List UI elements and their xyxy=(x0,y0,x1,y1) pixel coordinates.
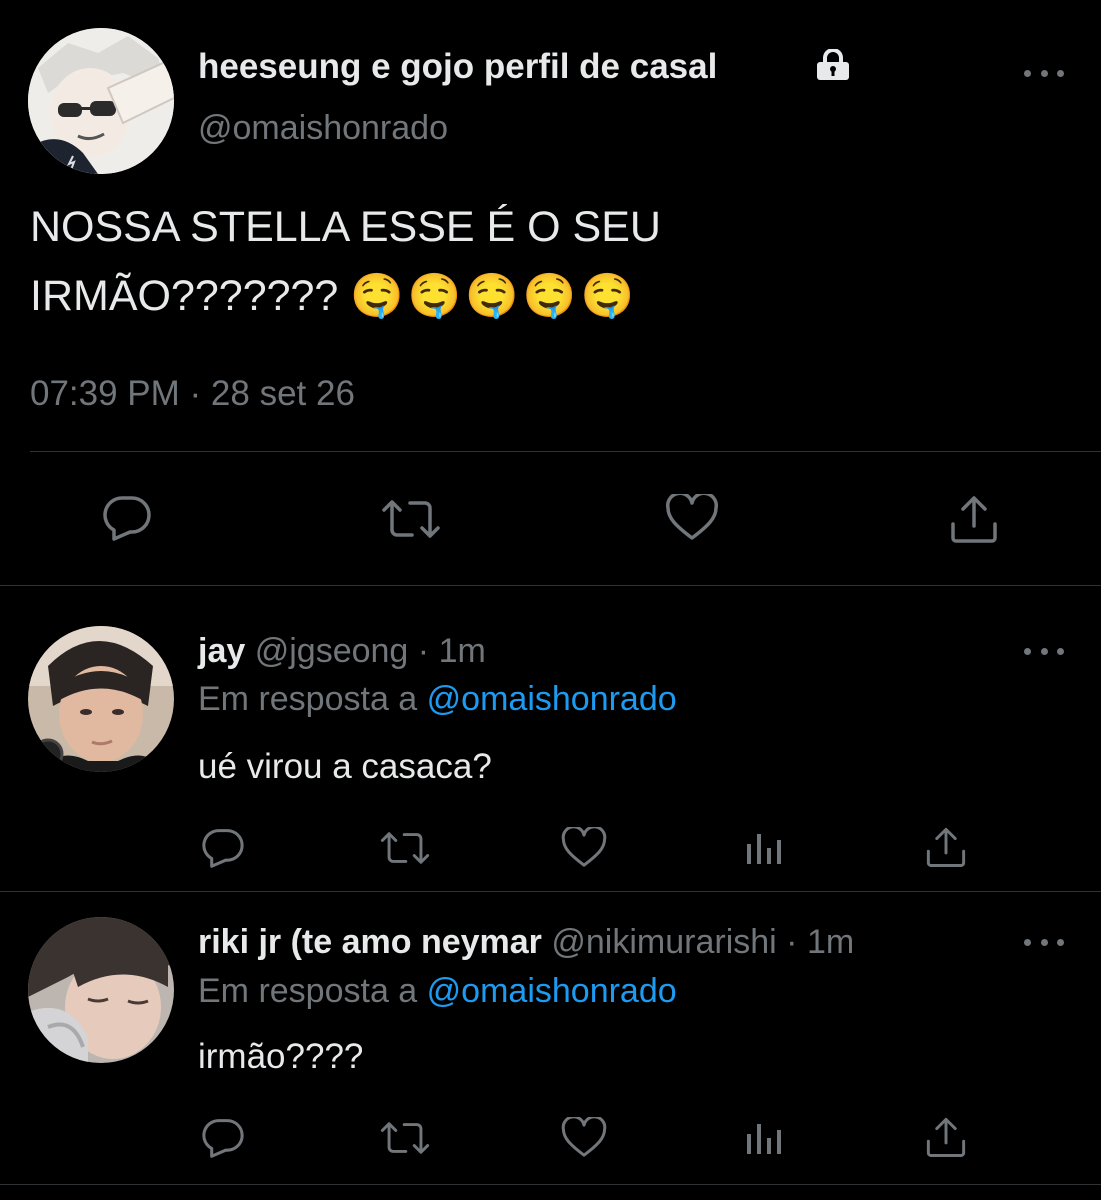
main-tweet-avatar[interactable] xyxy=(28,28,174,174)
retweet-icon[interactable] xyxy=(379,1120,431,1156)
reply-more-icon[interactable] xyxy=(1024,641,1064,661)
retweet-icon[interactable] xyxy=(379,830,431,866)
reply-more-icon[interactable] xyxy=(1024,932,1064,952)
reply-separator: · xyxy=(417,632,430,670)
reply-context-mention[interactable]: @omaishonrado xyxy=(427,972,677,1010)
analytics-icon[interactable] xyxy=(745,830,785,866)
section-divider xyxy=(0,585,1101,586)
reply-text: irmão???? xyxy=(198,1037,364,1076)
reply-avatar[interactable] xyxy=(28,917,174,1063)
share-icon[interactable] xyxy=(925,1116,967,1158)
main-tweet-text-line1: NOSSA STELLA ESSE É O SEU xyxy=(30,203,661,251)
reply-icon[interactable] xyxy=(201,828,245,868)
share-icon[interactable] xyxy=(925,826,967,868)
reply-context-mention[interactable]: @omaishonrado xyxy=(427,680,677,718)
main-tweet-display-name[interactable]: heeseung e gojo perfil de casal xyxy=(198,46,717,88)
reply-time[interactable]: 1m xyxy=(807,923,854,961)
reply-handle[interactable]: @jgseong xyxy=(255,632,409,670)
reply-text: ué virou a casaca? xyxy=(198,747,492,786)
reply-avatar[interactable] xyxy=(28,626,174,772)
reply-handle[interactable]: @nikimurarishi xyxy=(551,923,776,961)
main-tweet-text-line2-text: IRMÃO??????? xyxy=(30,272,339,320)
reply-context-prefix: Em resposta a xyxy=(198,680,418,718)
reply-context: Em resposta a @omaishonrado xyxy=(198,679,677,719)
reply-icon[interactable] xyxy=(201,1118,245,1158)
reply-context-prefix: Em resposta a xyxy=(198,972,418,1010)
reply-icon[interactable] xyxy=(102,495,152,541)
like-icon[interactable] xyxy=(664,494,720,542)
main-tweet-divider xyxy=(30,451,1101,452)
reply-header: riki jr (te amo neymar @nikimurarishi · … xyxy=(198,922,854,962)
reply-separator: · xyxy=(786,923,798,961)
reply-header: jay @jgseong · 1m xyxy=(198,631,486,671)
retweet-icon[interactable] xyxy=(380,498,442,540)
like-icon[interactable] xyxy=(560,827,608,869)
reply-time[interactable]: 1m xyxy=(439,632,486,670)
main-tweet-timestamp[interactable]: 07:39 PM · 28 set 26 xyxy=(30,373,355,415)
analytics-icon[interactable] xyxy=(745,1120,785,1156)
like-icon[interactable] xyxy=(560,1117,608,1159)
lock-icon xyxy=(813,49,853,81)
main-tweet-handle[interactable]: @omaishonrado xyxy=(198,108,448,148)
main-tweet-more-icon[interactable] xyxy=(1024,63,1064,83)
section-divider xyxy=(0,891,1101,892)
share-icon[interactable] xyxy=(949,494,999,544)
reply-display-name[interactable]: riki jr (te amo neymar xyxy=(198,923,542,961)
reply-context: Em resposta a @omaishonrado xyxy=(198,971,677,1011)
drooling-emojis: 🤤🤤🤤🤤🤤 xyxy=(350,271,639,321)
section-divider xyxy=(0,1184,1101,1185)
main-tweet-text-line2: IRMÃO??????? 🤤🤤🤤🤤🤤 xyxy=(30,270,638,322)
reply-display-name[interactable]: jay xyxy=(198,632,245,670)
